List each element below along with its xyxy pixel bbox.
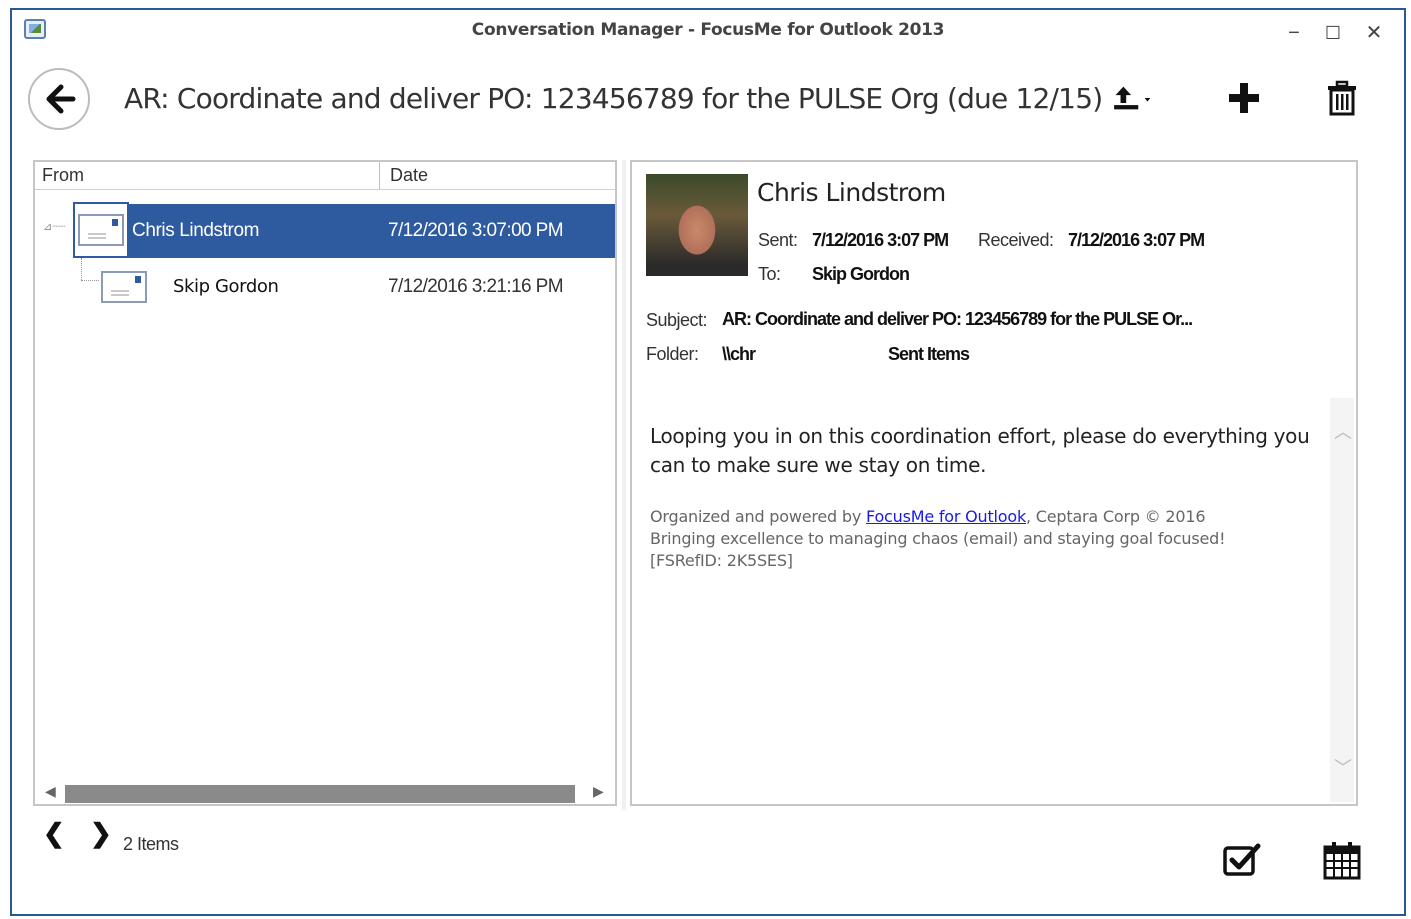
message-icon-frame [73,202,129,258]
received-label: Received: [978,230,1054,250]
sig-line-2: Bringing excellence to managing chaos (e… [650,529,1226,548]
received-value: 7/12/2016 3:07 PM [1068,230,1205,250]
scroll-left-icon[interactable]: ◀ [45,783,56,800]
to-label: To: [758,264,781,284]
pane-splitter[interactable] [622,160,626,810]
folder-label: Folder: [646,344,699,364]
list-row-chris-lindstrom[interactable]: ⊿┈┈ Chris Lindstrom 7/12/2016 3:07:00 PM [35,202,615,258]
to-value: Skip Gordon [812,264,910,284]
vertical-scrollbar[interactable]: ︿ ﹀ [1330,398,1354,802]
delete-button[interactable] [1320,76,1364,120]
sig-line-3: [FSRefID: 2K5SES] [650,551,793,570]
row-from: Skip Gordon [173,276,279,297]
envelope-icon [101,271,147,303]
checkbox-task-icon [1223,843,1261,876]
plus-icon [1229,83,1259,113]
scroll-up-icon[interactable]: ︿ [1334,418,1352,444]
items-count: 2 Items [123,834,179,854]
message-detail-pane: Chris Lindstrom Sent: 7/12/2016 3:07 PM … [630,160,1358,806]
add-button[interactable] [1222,76,1266,120]
envelope-icon [78,214,124,246]
signature: Organized and powered by FocusMe for Out… [650,506,1226,572]
task-button[interactable] [1220,838,1264,882]
row-date: 7/12/2016 3:21:16 PM [388,276,564,297]
conversation-list-pane: From Date ⊿┈┈ Chris Lindstrom 7/12/2016 … [33,160,617,806]
minimize-button[interactable]: − [1276,18,1312,48]
row-from: Chris Lindstrom [132,220,260,241]
scroll-right-icon[interactable]: ▶ [593,783,604,800]
subject-value: AR: Coordinate and deliver PO: 123456789… [722,309,1193,329]
list-column-header: From Date [35,162,615,190]
list-row-skip-gordon[interactable]: Skip Gordon 7/12/2016 3:21:16 PM [35,260,615,314]
from-column-header[interactable]: From [35,162,380,189]
next-button[interactable]: ❯ [90,818,112,849]
conversation-subject-title: AR: Coordinate and deliver PO: 123456789… [124,82,1103,115]
body-text: Looping you in on this coordination effo… [650,424,1310,477]
sig-suffix: , Ceptara Corp © 2016 [1026,507,1206,526]
scrollbar-thumb[interactable] [65,785,575,803]
back-button[interactable] [28,68,90,130]
sender-name: Chris Lindstrom [757,178,946,207]
message-body: Looping you in on this coordination effo… [646,398,1326,802]
maximize-button[interactable]: ☐ [1315,18,1351,48]
horizontal-scrollbar[interactable]: ◀ ▶ [35,782,615,804]
folder-path: \\chr [722,344,756,364]
folder-name: Sent Items [888,344,970,364]
calendar-button[interactable] [1320,838,1364,882]
subject-label: Subject: [646,310,708,330]
calendar-icon [1323,842,1361,880]
focusme-link[interactable]: FocusMe for Outlook [866,507,1026,526]
close-button[interactable]: ✕ [1356,18,1392,48]
back-arrow-icon [46,84,76,114]
sig-prefix: Organized and powered by [650,507,867,526]
window-title: Conversation Manager - FocusMe for Outlo… [471,20,945,40]
trash-icon [1328,80,1356,116]
export-upload-icon [1114,86,1151,110]
tree-collapse-icon[interactable]: ⊿┈┈ [43,220,65,233]
title-bar: Conversation Manager - FocusMe for Outlo… [12,10,1404,52]
row-date: 7/12/2016 3:07:00 PM [388,220,564,241]
date-column-header[interactable]: Date [381,162,428,189]
previous-button[interactable]: ❮ [43,818,65,849]
sent-value: 7/12/2016 3:07 PM [812,230,949,250]
sender-avatar [646,174,748,276]
export-button[interactable] [1112,76,1156,120]
scroll-down-icon[interactable]: ﹀ [1334,754,1352,780]
sent-label: Sent: [758,230,798,250]
